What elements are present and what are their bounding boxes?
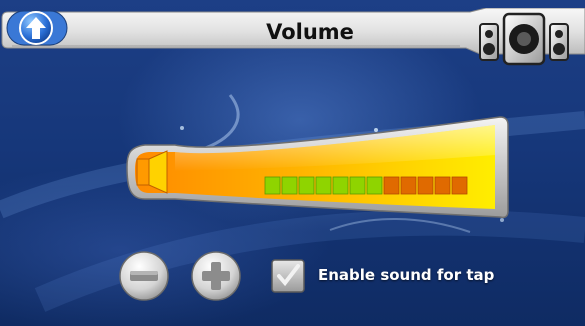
volume-segment [298, 176, 315, 195]
volume-segment [366, 176, 383, 195]
back-button[interactable] [6, 10, 68, 46]
page-title: Volume [266, 20, 354, 44]
minus-icon [119, 251, 169, 301]
volume-segment [383, 176, 400, 195]
volume-segment [315, 176, 332, 195]
speakers-icon [472, 10, 578, 70]
checkmark-icon [271, 259, 305, 293]
tap-sound-label[interactable]: Enable sound for tap [318, 263, 494, 287]
volume-segment [332, 176, 349, 195]
volume-segment [434, 176, 451, 195]
volume-screen: Volume Enable sound for tap [0, 0, 585, 326]
tap-sound-checkbox[interactable] [270, 258, 306, 294]
volume-segment [451, 176, 468, 195]
volume-segment [264, 176, 281, 195]
plus-icon [191, 251, 241, 301]
volume-segment [417, 176, 434, 195]
volume-segment [349, 176, 366, 195]
volume-segment [281, 176, 298, 195]
volume-down-button[interactable] [118, 250, 170, 302]
arrow-up-icon [6, 10, 68, 46]
volume-up-button[interactable] [190, 250, 242, 302]
volume-segment [400, 176, 417, 195]
volume-slider[interactable] [115, 115, 510, 220]
